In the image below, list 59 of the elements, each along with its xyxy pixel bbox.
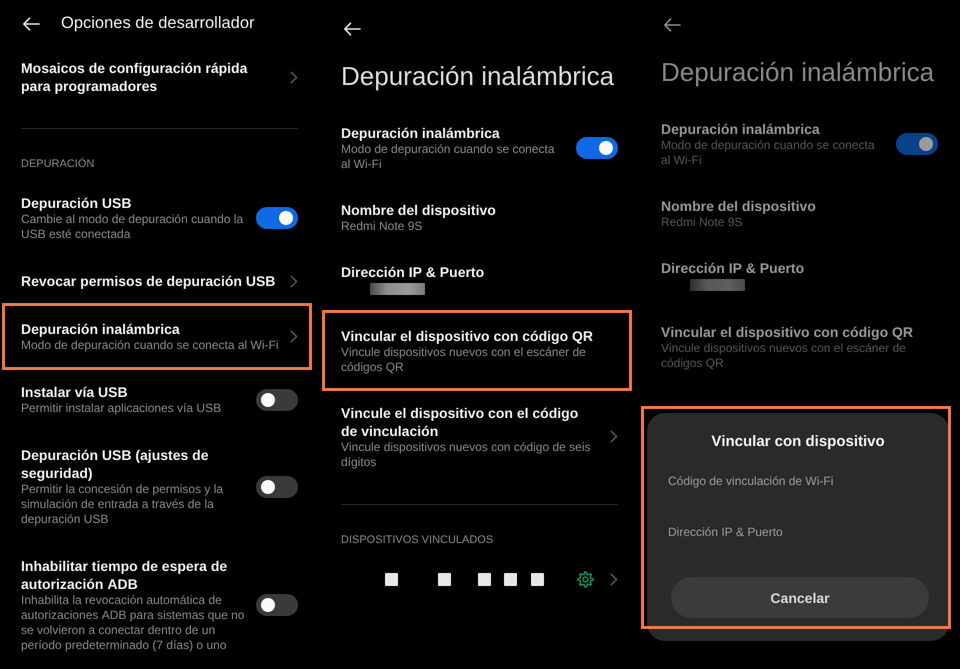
item-title[interactable]: Revocar permisos de depuración USB	[21, 272, 276, 290]
chevron-icon	[290, 70, 298, 84]
item-subtitle: Modo de depuración cuando se conecta al Wi-Fi	[661, 138, 876, 168]
item-title[interactable]: Vincular el dispositivo con código QR	[341, 326, 594, 344]
page-title: Depuración inalámbrica	[341, 60, 614, 92]
item-subtitle: Cambie al modo de depuración cuando la USB esté conectada	[21, 212, 244, 242]
item-subtitle: Modo de depuración cuando se conecta al Wi-Fi	[21, 338, 278, 353]
chevron-icon	[610, 430, 618, 443]
item-subtitle: Permitir instalar aplicaciones vía USB	[21, 401, 222, 416]
item-subtitle: Permitir la concesión de permisos y la simulación de entrada a través de la depuración USB	[21, 482, 224, 527]
page-title: Opciones de desarrollador	[61, 14, 255, 33]
blurred-bar	[690, 278, 745, 290]
square-icon	[438, 573, 451, 586]
item-title[interactable]: Vincular el dispositivo con código QR	[661, 322, 914, 340]
toggle-switch[interactable]	[576, 136, 618, 158]
chevron-icon	[290, 274, 298, 288]
item-title: Depuración inalámbrica	[341, 124, 500, 142]
toggle-switch[interactable]	[256, 476, 298, 498]
item-title: Depuración USB (ajustes de seguridad)	[21, 446, 210, 482]
item-subtitle: Vincule dispositivos nuevos con el escáner de códigos QR	[661, 340, 907, 370]
item-title: Nombre del dispositivo	[661, 196, 816, 214]
toggle-switch[interactable]	[256, 388, 298, 410]
dialog-title: Vincular con dispositivo	[711, 432, 885, 452]
square-icon	[385, 573, 398, 586]
square-icon	[531, 573, 544, 586]
item-subtitle: Redmi Note 9S	[661, 214, 742, 230]
dialog-text: Código de vinculación de Wi-Fi	[668, 473, 834, 489]
gear-icon[interactable]	[577, 571, 594, 588]
item-subtitle: Inhabilita la revocación automática de autorizaciones ADB para sistemas que no se volvieron a conectar dentro de un período predeterminado (7 días) o uno	[21, 593, 245, 653]
item-subtitle: Modo de depuración cuando se conecta al Wi-Fi	[341, 142, 556, 172]
back-arrow-icon[interactable]	[663, 18, 681, 32]
square-icon	[478, 573, 491, 586]
item-title: Depuración USB	[21, 194, 132, 212]
item-title: Instalar vía USB	[21, 383, 128, 401]
item-subtitle: Redmi Note 9S	[341, 218, 422, 234]
section-header: DEPURACIÓN	[21, 157, 94, 171]
back-arrow-icon[interactable]	[343, 22, 361, 36]
item-title: Dirección IP & Puerto	[341, 262, 484, 280]
item-title: Inhabilitar tiempo de espera de autorización ADB	[21, 557, 228, 593]
page-title: Depuración inalámbrica	[661, 56, 934, 88]
blurred-bar	[370, 282, 425, 294]
chevron-icon	[610, 573, 618, 586]
chevron-icon	[290, 330, 298, 343]
item-subtitle: Vincule dispositivos nuevos con el escáner de códigos QR	[341, 344, 587, 374]
toggle-switch[interactable]	[256, 594, 298, 616]
section-header: DISPOSITIVOS VINCULADOS	[341, 533, 494, 547]
item-title: Nombre del dispositivo	[341, 200, 496, 218]
item-title: Depuración inalámbrica	[661, 120, 820, 138]
item-title[interactable]: Mosaicos de configuración rápida para programadores	[21, 59, 277, 95]
toggle-switch[interactable]	[896, 132, 938, 154]
item-subtitle: Vincule dispositivos nuevos con código de seis dígitos	[341, 440, 592, 470]
dialog-text: Dirección IP & Puerto	[668, 524, 783, 540]
item-title: Dirección IP & Puerto	[661, 258, 804, 276]
item-title[interactable]: Depuración inalámbrica	[21, 320, 180, 338]
back-arrow-icon[interactable]	[22, 16, 40, 30]
item-title[interactable]: Vincule el dispositivo con el código de vinculación	[341, 404, 597, 440]
cancel-button[interactable]: Cancelar	[671, 577, 929, 618]
toggle-switch[interactable]	[256, 207, 298, 229]
square-icon	[504, 573, 517, 586]
